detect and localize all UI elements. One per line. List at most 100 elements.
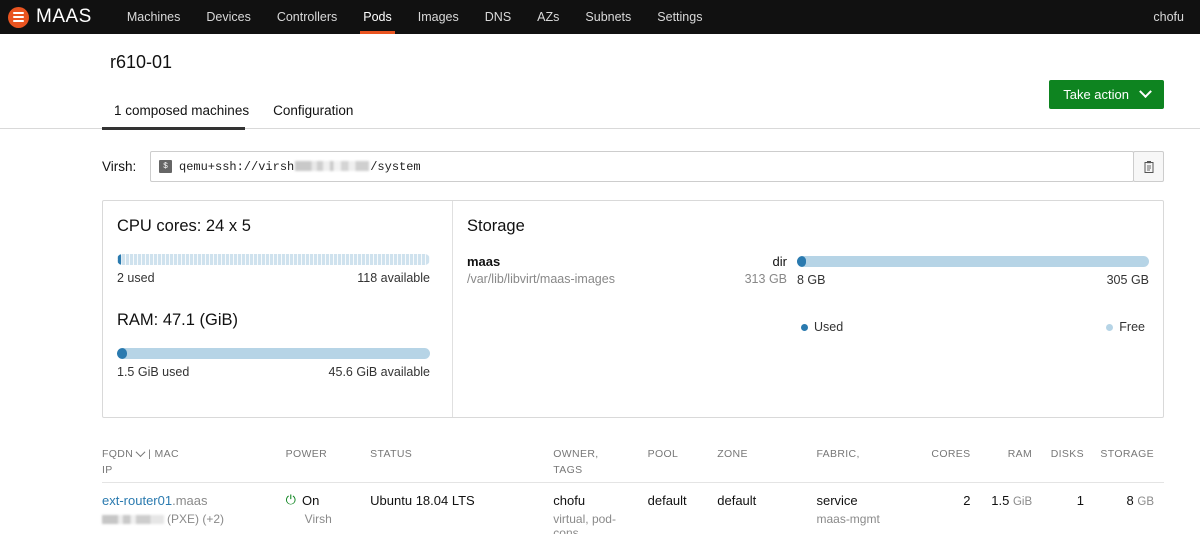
nav-item-controllers[interactable]: Controllers bbox=[264, 0, 350, 34]
resource-summary-card: CPU cores: 24 x 5 2 used 118 available R… bbox=[102, 200, 1164, 418]
column-header-mac-label: | MAC bbox=[148, 448, 179, 460]
chevron-down-icon bbox=[1139, 85, 1152, 99]
column-header-zone[interactable]: ZONE bbox=[717, 440, 817, 483]
legend-free-dot-icon bbox=[1106, 323, 1114, 331]
legend-free-label: Free bbox=[1119, 320, 1145, 334]
cpu-meter-block: 2 used 118 available bbox=[117, 254, 430, 285]
storage-pool-type: dir bbox=[772, 254, 787, 269]
clipboard-icon bbox=[1144, 160, 1153, 173]
ram-value: 1.5 bbox=[991, 493, 1010, 508]
table-header-row: FQDN | MAC IP POWER STATUS OWNER, TAGS PO… bbox=[102, 440, 1164, 483]
take-action-label: Take action bbox=[1063, 87, 1129, 102]
power-type-label: Virsh bbox=[304, 512, 332, 526]
machine-link[interactable]: ext-router01.maas bbox=[102, 493, 208, 508]
storage-usage-bar bbox=[797, 256, 1149, 267]
storage-section: Storage maas dir /var/lib/libvirt/maas-i… bbox=[453, 201, 1163, 417]
storage-value: 8 bbox=[1126, 493, 1134, 508]
column-header-power[interactable]: POWER bbox=[285, 440, 371, 483]
legend-free: Free bbox=[1106, 320, 1145, 334]
nav-item-pods[interactable]: Pods bbox=[350, 0, 405, 34]
nav-item-azs[interactable]: AZs bbox=[524, 0, 572, 34]
legend-used-label: Used bbox=[814, 320, 844, 334]
storage-pool-info: maas dir /var/lib/libvirt/maas-images 31… bbox=[467, 254, 797, 286]
vlan-name: maas-mgmt bbox=[816, 512, 880, 526]
virsh-prefix: qemu+ssh://virsh bbox=[179, 159, 295, 174]
legend-used-dot-icon bbox=[801, 323, 808, 331]
column-header-owner-label: OWNER, bbox=[553, 448, 599, 460]
nav-item-images[interactable]: Images bbox=[405, 0, 472, 34]
redacted-ip bbox=[102, 515, 164, 525]
column-header-cores[interactable]: CORES bbox=[920, 440, 981, 483]
virsh-address-field[interactable]: $ qemu+ssh://virsh/system bbox=[150, 151, 1134, 182]
column-header-tags-label: TAGS bbox=[553, 464, 583, 476]
virsh-row: Virsh: $ qemu+ssh://virsh/system bbox=[102, 129, 1164, 182]
column-header-ip-label: IP bbox=[102, 464, 113, 476]
cell-ram: 1.5 GiB bbox=[981, 483, 1043, 534]
column-header-storage[interactable]: STORAGE bbox=[1094, 440, 1164, 483]
table-row[interactable]: ext-router01.maas (PXE) (+2) ⏻ On Virsh … bbox=[102, 483, 1164, 534]
cpu-usage-bar-fill bbox=[117, 254, 123, 265]
power-on-icon: ⏻ bbox=[285, 492, 296, 507]
tab-composed-machines[interactable]: 1 composed machines bbox=[102, 91, 261, 130]
ram-usage-bar bbox=[117, 348, 430, 359]
user-menu[interactable]: chofu bbox=[1153, 10, 1184, 24]
terminal-icon: $ bbox=[159, 160, 172, 173]
cpu-available-label: 118 available bbox=[357, 271, 430, 285]
ram-bar-labels: 1.5 GiB used 45.6 GiB available bbox=[117, 365, 430, 379]
top-navigation-bar: MAAS Machines Devices Controllers Pods I… bbox=[0, 0, 1200, 34]
power-state-label: On bbox=[301, 493, 320, 508]
redacted-host bbox=[295, 161, 370, 172]
storage-bar-labels: 8 GB 305 GB bbox=[797, 273, 1149, 287]
cpu-cores-heading: CPU cores: 24 x 5 bbox=[117, 217, 251, 235]
column-header-status[interactable]: STATUS bbox=[370, 440, 554, 483]
machine-name: ext-router01 bbox=[102, 493, 173, 508]
owner-name: chofu bbox=[553, 493, 586, 508]
ram-heading: RAM: 47.1 (GiB) bbox=[117, 311, 239, 329]
nav-item-subnets[interactable]: Subnets bbox=[572, 0, 644, 34]
maas-brand[interactable]: MAAS bbox=[8, 6, 92, 28]
virsh-suffix: /system bbox=[370, 159, 421, 174]
cell-zone: default bbox=[717, 493, 757, 508]
cell-pool: default bbox=[647, 493, 687, 508]
virsh-label: Virsh: bbox=[102, 159, 137, 174]
column-header-ram[interactable]: RAM bbox=[980, 440, 1043, 483]
take-action-button[interactable]: Take action bbox=[1049, 80, 1164, 109]
legend-used: Used bbox=[801, 320, 843, 334]
virsh-address-value: qemu+ssh://virsh/system bbox=[179, 160, 421, 174]
ram-unit: GiB bbox=[1012, 496, 1033, 508]
storage-heading: Storage bbox=[467, 217, 525, 235]
copy-to-clipboard-button[interactable] bbox=[1133, 151, 1164, 182]
column-header-owner[interactable]: OWNER, TAGS bbox=[553, 440, 648, 483]
power-status: ⏻ On bbox=[285, 492, 367, 509]
cell-fqdn: ext-router01.maas (PXE) (+2) bbox=[102, 483, 286, 534]
ram-available-label: 45.6 GiB available bbox=[328, 365, 430, 379]
machine-tags: virtual, pod-cons… bbox=[553, 512, 616, 534]
machine-domain: .maas bbox=[172, 493, 208, 508]
brand-name: MAAS bbox=[36, 6, 92, 27]
storage-free-label: 305 GB bbox=[1106, 273, 1149, 287]
page-tabs: 1 composed machines Configuration bbox=[0, 91, 1200, 130]
storage-unit: GB bbox=[1137, 496, 1154, 508]
compute-resources-section: CPU cores: 24 x 5 2 used 118 available R… bbox=[103, 201, 453, 417]
storage-pool-name: maas bbox=[467, 254, 501, 269]
tab-configuration[interactable]: Configuration bbox=[261, 91, 365, 129]
storage-legend: Used Free bbox=[797, 320, 1149, 334]
column-header-pool[interactable]: POOL bbox=[647, 440, 718, 483]
column-header-disks[interactable]: DISKS bbox=[1042, 440, 1094, 483]
storage-usage-bar-fill bbox=[797, 256, 807, 267]
sort-chevron-down-icon bbox=[135, 447, 146, 458]
nav-item-devices[interactable]: Devices bbox=[193, 0, 263, 34]
nav-item-settings[interactable]: Settings bbox=[644, 0, 715, 34]
machine-ip-suffix: (PXE) (+2) bbox=[167, 512, 225, 526]
cell-storage: 8 GB bbox=[1094, 483, 1164, 534]
maas-logo-icon bbox=[8, 6, 29, 28]
primary-nav-items: Machines Devices Controllers Pods Images… bbox=[114, 0, 716, 34]
nav-item-dns[interactable]: DNS bbox=[472, 0, 524, 34]
ram-meter-block: 1.5 GiB used 45.6 GiB available bbox=[117, 348, 430, 379]
nav-item-machines[interactable]: Machines bbox=[114, 0, 194, 34]
cpu-usage-bar bbox=[117, 254, 430, 265]
column-header-fqdn[interactable]: FQDN | MAC IP bbox=[102, 440, 286, 483]
column-header-fabric[interactable]: FABRIC, bbox=[816, 440, 921, 483]
composed-machines-table: FQDN | MAC IP POWER STATUS OWNER, TAGS PO… bbox=[102, 440, 1164, 534]
storage-pool-secondary: /var/lib/libvirt/maas-images 313 GB bbox=[467, 272, 787, 286]
